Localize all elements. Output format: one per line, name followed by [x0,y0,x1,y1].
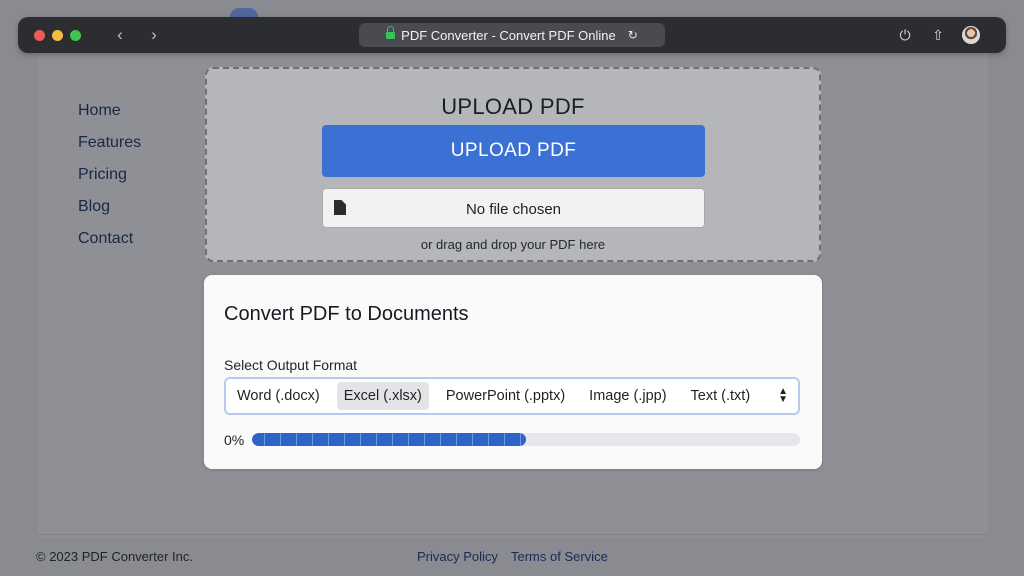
browser-toolbar: ‹ › PDF Converter - Convert PDF Online ↻… [18,17,1006,53]
minimize-window-button[interactable] [52,30,63,41]
sidebar-nav: Home Features Pricing Blog Contact [78,101,141,261]
upload-pdf-button[interactable]: UPLOAD PDF [322,125,705,177]
chevron-left-icon[interactable]: ‹ [110,25,130,45]
format-option-image[interactable]: Image (.jpp) [582,382,673,410]
sidebar-item-contact[interactable]: Contact [78,229,141,261]
avatar[interactable] [962,26,980,44]
sidebar-item-home[interactable]: Home [78,101,141,133]
progress-bar [252,433,800,446]
format-label: Select Output Format [224,357,358,373]
file-input[interactable]: No file chosen [322,188,705,228]
chevron-right-icon[interactable]: › [144,25,164,45]
progress-fill [252,433,526,446]
select-arrows-icon[interactable]: ▲ ▼ [778,387,788,405]
output-format-select[interactable]: Word (.docx) Excel (.xlsx) PowerPoint (.… [224,377,800,415]
format-option-text[interactable]: Text (.txt) [684,382,758,410]
file-status: No file chosen [465,201,562,218]
convert-title: Convert PDF to Documents [224,303,469,325]
format-option-word[interactable]: Word (.docx) [230,382,327,410]
copyright: © 2023 PDF Converter Inc. [36,549,193,564]
close-window-button[interactable] [34,30,45,41]
sidebar-item-pricing[interactable]: Pricing [78,165,141,197]
maximize-window-button[interactable] [70,30,81,41]
upload-heading: UPLOAD PDF [441,94,585,119]
reload-icon[interactable]: ↻ [628,28,638,42]
terms-of-service-link[interactable]: Terms of Service [511,549,608,564]
sidebar-item-features[interactable]: Features [78,133,141,165]
pdf-dropzone[interactable]: UPLOAD PDF UPLOAD PDF No file chosen or … [205,67,821,262]
format-option-powerpoint[interactable]: PowerPoint (.pptx) [439,382,572,410]
format-option-excel[interactable]: Excel (.xlsx) [336,382,429,410]
sidebar-item-blog[interactable]: Blog [78,197,141,229]
convert-card: Convert PDF to Documents Select Output F… [204,275,822,469]
page-title: PDF Converter - Convert PDF Online [401,27,616,43]
privacy-policy-link[interactable]: Privacy Policy [417,549,498,564]
footer-divider [38,534,988,535]
share-icon[interactable]: ⇧ [929,26,947,44]
power-icon[interactable]: ⏻ [896,26,914,44]
drop-hint: or drag and drop your PDF here [420,237,606,252]
address-bar[interactable]: PDF Converter - Convert PDF Online ↻ [359,23,665,47]
progress-label: 0% [224,432,245,448]
lock-icon [386,26,396,40]
